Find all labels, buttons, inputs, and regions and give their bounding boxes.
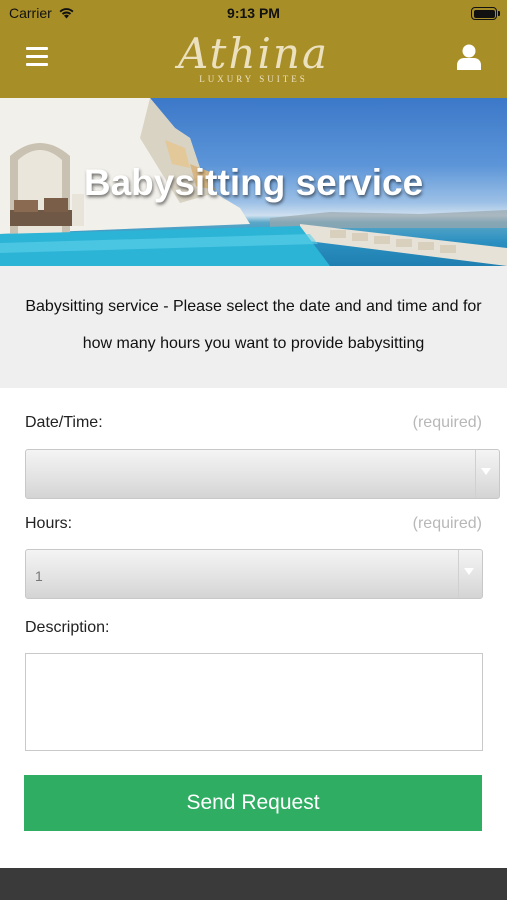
- logo-subtitle: LUXURY SUITES: [199, 74, 308, 84]
- datetime-select[interactable]: [25, 449, 500, 499]
- app-header: Athina LUXURY SUITES: [0, 26, 507, 98]
- datetime-required-note: (required): [412, 414, 482, 431]
- battery-icon: [471, 7, 500, 20]
- intro-text: Babysitting service - Please select the …: [25, 298, 482, 352]
- datetime-label: Date/Time:: [25, 414, 103, 431]
- hours-select-value: 1: [35, 568, 43, 584]
- user-profile-icon[interactable]: [457, 44, 481, 70]
- chevron-down-icon: [464, 568, 474, 575]
- hamburger-menu-icon[interactable]: [26, 47, 48, 67]
- send-request-button[interactable]: Send Request: [24, 775, 482, 831]
- status-bar: Carrier 9:13 PM: [0, 0, 507, 26]
- chevron-down-icon: [481, 468, 491, 475]
- babysitting-form: Date/Time: (required) Hours: (required) …: [0, 388, 507, 868]
- description-label: Description:: [25, 619, 110, 636]
- hours-required-note: (required): [412, 515, 482, 532]
- description-textarea[interactable]: [25, 653, 483, 751]
- footer-bar: [0, 868, 507, 900]
- hero-title: Babysitting service: [83, 162, 424, 203]
- brand-logo: Athina LUXURY SUITES: [150, 26, 357, 98]
- hours-label: Hours:: [25, 515, 73, 532]
- intro-section: Babysitting service - Please select the …: [0, 266, 507, 388]
- hero-banner: Babysitting service: [0, 98, 507, 266]
- hours-select[interactable]: 1: [25, 549, 483, 599]
- status-time: 9:13 PM: [227, 5, 280, 21]
- logo-script-text: Athina: [177, 29, 330, 78]
